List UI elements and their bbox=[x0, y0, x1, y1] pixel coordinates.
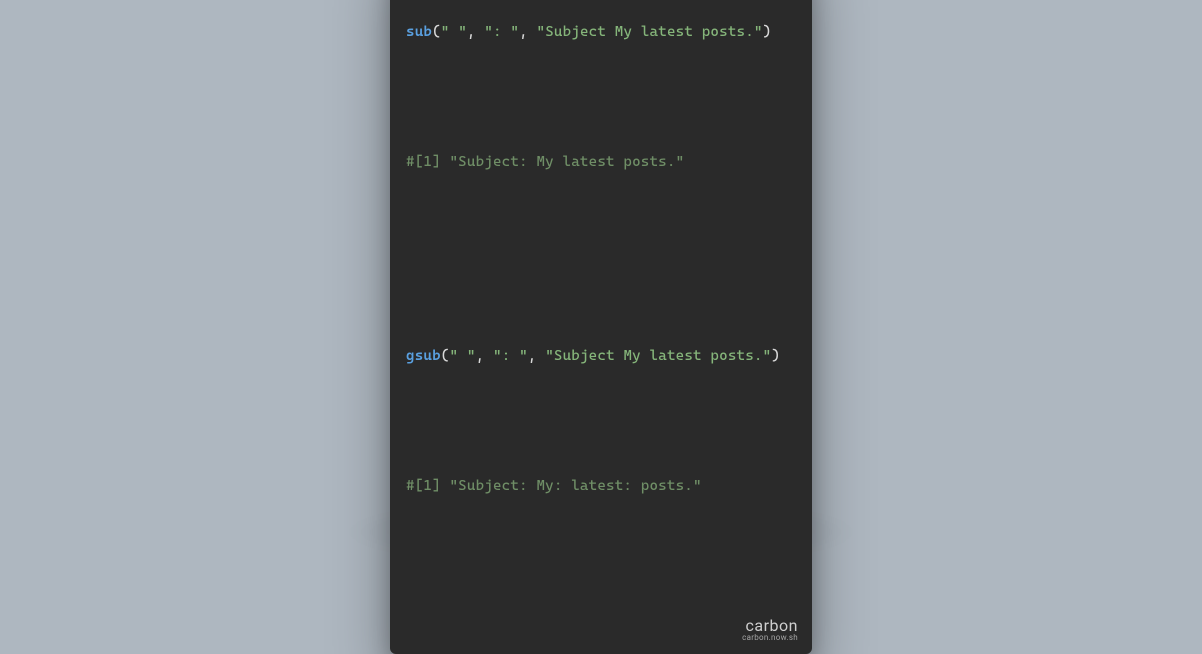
code-line-8: #[1] "Subject: My: latest: posts." bbox=[406, 476, 796, 498]
string-token: ": " bbox=[493, 348, 528, 364]
watermark: carbon carbon.now.sh bbox=[390, 610, 812, 654]
paren-open: ( bbox=[432, 24, 441, 40]
comma-token: , bbox=[519, 24, 536, 40]
comma-token: , bbox=[467, 24, 484, 40]
blank-line bbox=[406, 217, 796, 238]
page-canvas: sub(" ", ": ", "Subject My latest posts.… bbox=[0, 0, 1202, 602]
string-token: ": " bbox=[484, 24, 519, 40]
string-token: " " bbox=[441, 24, 467, 40]
paren-close: ) bbox=[763, 24, 772, 40]
code-area: sub(" ", ": ", "Subject My latest posts.… bbox=[390, 0, 812, 610]
blank-line bbox=[406, 282, 796, 303]
code-line-6: gsub(" ", ": ", "Subject My latest posts… bbox=[406, 346, 796, 368]
blank-line bbox=[406, 411, 796, 432]
func-token: gsub bbox=[406, 348, 441, 364]
comma-token: , bbox=[476, 348, 493, 364]
code-line-3: #[1] "Subject: My latest posts." bbox=[406, 152, 796, 174]
string-token: "Subject My latest posts." bbox=[537, 24, 763, 40]
comma-token: , bbox=[528, 348, 545, 364]
blank-line bbox=[406, 541, 796, 562]
comment-token: #[1] "Subject: My: latest: posts." bbox=[406, 478, 702, 494]
watermark-sub: carbon.now.sh bbox=[390, 633, 798, 642]
string-token: " " bbox=[450, 348, 476, 364]
func-token: sub bbox=[406, 24, 432, 40]
code-window: sub(" ", ": ", "Subject My latest posts.… bbox=[390, 0, 812, 654]
string-token: "Subject My latest posts." bbox=[545, 348, 771, 364]
blank-line bbox=[406, 87, 796, 108]
code-line-1: sub(" ", ": ", "Subject My latest posts.… bbox=[406, 22, 796, 44]
comment-token: #[1] "Subject: My latest posts." bbox=[406, 154, 684, 170]
paren-close: ) bbox=[771, 348, 780, 364]
paren-open: ( bbox=[441, 348, 450, 364]
